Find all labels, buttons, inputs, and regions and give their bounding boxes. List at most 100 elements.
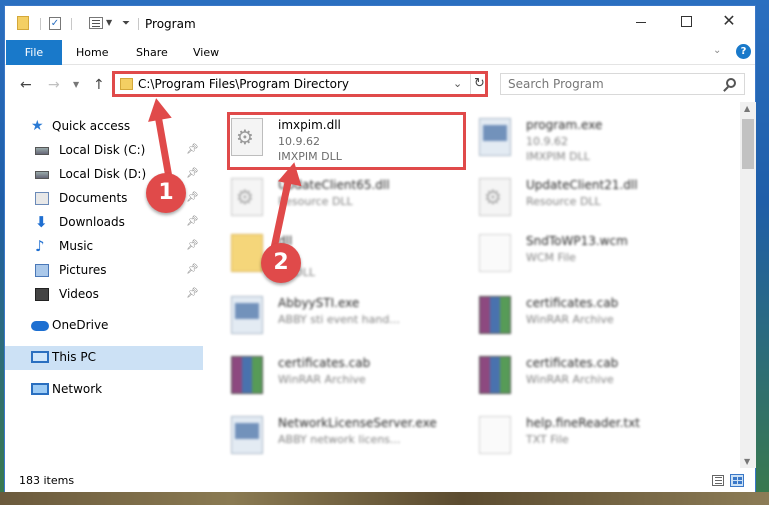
scroll-down-icon[interactable]: ▼: [744, 457, 750, 466]
winrar-icon: [479, 296, 511, 334]
downloads-icon: ⬇: [35, 213, 48, 231]
tab-file[interactable]: File: [6, 40, 62, 65]
callout-badge-1: 1: [146, 173, 186, 213]
list-view-icon[interactable]: [89, 17, 103, 29]
file-type: Resource DLL: [278, 195, 353, 208]
search-placeholder: Search Program: [508, 77, 604, 91]
file-version: 10.9.62: [278, 135, 320, 148]
sidebar-item-music[interactable]: ♪ Music 📌︎: [5, 235, 203, 259]
exe-icon: [479, 118, 511, 156]
file-name: UpdateClient21.dll: [526, 178, 638, 192]
sidebar-item-network[interactable]: Network: [5, 378, 203, 402]
recent-locations-chevron-icon[interactable]: ▼: [73, 80, 79, 89]
documents-icon: [35, 192, 49, 205]
details-view-icon[interactable]: [712, 475, 724, 486]
file-name: program.exe: [526, 118, 603, 132]
up-arrow-icon[interactable]: ↑: [93, 77, 105, 93]
address-bar[interactable]: C:\Program Files\Program Directory ⌄ ↻: [113, 73, 487, 95]
file-item[interactable]: certificates.cab WinRAR Archive: [219, 348, 459, 404]
dll-icon: [231, 118, 263, 156]
disk-icon: [35, 171, 49, 179]
pin-icon[interactable]: 📌︎: [186, 264, 199, 275]
file-item[interactable]: UpdateClient65.dll Resource DLL: [219, 170, 459, 226]
search-icon[interactable]: [726, 78, 736, 88]
vertical-scrollbar[interactable]: ▲ ▼: [740, 102, 756, 468]
customize-quick-access-icon[interactable]: ⏷: [122, 18, 130, 29]
sidebar-item-local-disk-c[interactable]: Local Disk (C:) 📌︎: [5, 139, 203, 163]
tab-view[interactable]: View: [193, 46, 219, 59]
file-list: imxpim.dll 10.9.62 IMXPIM DLL program.ex…: [219, 102, 741, 468]
sidebar-item-downloads[interactable]: ⬇ Downloads 📌︎: [5, 211, 203, 235]
refresh-icon[interactable]: ↻: [470, 74, 488, 94]
this-pc-icon: [31, 351, 49, 363]
file-type: WinRAR Archive: [526, 313, 614, 326]
file-type: WCM File: [526, 251, 576, 264]
scroll-up-icon[interactable]: ▲: [744, 104, 750, 113]
file-name: NetworkLicenseServer.exe: [278, 416, 437, 430]
tab-share[interactable]: Share: [136, 46, 168, 59]
disk-icon: [35, 147, 49, 155]
sidebar-item-videos[interactable]: Videos 📌︎: [5, 283, 203, 307]
pin-icon[interactable]: 📌︎: [186, 216, 199, 227]
file-type: WinRAR Archive: [278, 373, 366, 386]
navigation-bar: ← → ▼ ↑ C:\Program Files\Program Directo…: [5, 66, 755, 102]
file-name: certificates.cab: [526, 356, 619, 370]
callout-arrowhead-1: [144, 96, 172, 122]
sidebar-item-this-pc[interactable]: This PC: [5, 346, 203, 370]
pictures-icon: [35, 264, 49, 277]
help-icon[interactable]: ?: [736, 44, 751, 59]
pin-icon[interactable]: 📌︎: [186, 288, 199, 299]
back-arrow-icon[interactable]: ←: [20, 77, 32, 93]
address-chevron-down-icon[interactable]: ⌄: [453, 77, 462, 90]
file-item[interactable]: imxpim.dll 10.9.62 IMXPIM DLL: [219, 110, 459, 166]
close-button[interactable]: ✕: [722, 13, 736, 29]
folder-icon: [17, 16, 29, 30]
minimize-button[interactable]: [634, 14, 648, 28]
folder-icon: [231, 234, 263, 272]
file-name: certificates.cab: [526, 296, 619, 310]
file-item[interactable]: AbbyySTI.exe ABBY sti event hand...: [219, 288, 459, 344]
chevron-down-icon[interactable]: ▼: [106, 18, 112, 27]
properties-check-icon[interactable]: ✓: [49, 17, 61, 30]
desktop-background: [0, 492, 769, 505]
maximize-button[interactable]: [679, 14, 693, 28]
file-item[interactable]: program.exe 10.9.62 IMXPIM DLL: [467, 110, 707, 166]
file-type: WinRAR Archive: [526, 373, 614, 386]
document-icon: [479, 234, 511, 272]
pin-icon[interactable]: 📌︎: [186, 192, 199, 203]
tiles-view-icon[interactable]: [730, 474, 744, 487]
tab-home[interactable]: Home: [76, 46, 108, 59]
file-name: SndToWP13.wcm: [526, 234, 628, 248]
file-version: 10.9.62: [526, 135, 568, 148]
sidebar-item-label: Network: [52, 382, 103, 396]
file-type: ABBY sti event hand...: [278, 313, 400, 326]
sidebar-item-label: Videos: [59, 287, 99, 301]
file-item[interactable]: NetworkLicenseServer.exe ABBY network li…: [219, 408, 459, 464]
address-path[interactable]: C:\Program Files\Program Directory: [138, 77, 349, 91]
pin-icon[interactable]: 📌︎: [186, 144, 199, 155]
file-item[interactable]: UpdateClient21.dll Resource DLL: [467, 170, 707, 226]
file-description: IMXPIM DLL: [526, 150, 590, 163]
exe-icon: [231, 416, 263, 454]
folder-icon: [120, 78, 133, 90]
file-item[interactable]: certificates.cab WinRAR Archive: [467, 348, 707, 404]
scrollbar-thumb[interactable]: [742, 119, 754, 169]
file-item[interactable]: help.fineReader.txt TXT File: [467, 408, 707, 464]
text-file-icon: [479, 416, 511, 454]
file-item[interactable]: SndToWP13.wcm WCM File: [467, 226, 707, 282]
file-type: ABBY network licens...: [278, 433, 401, 446]
forward-arrow-icon[interactable]: →: [48, 77, 60, 93]
network-icon: [31, 383, 49, 395]
file-item[interactable]: certificates.cab WinRAR Archive: [467, 288, 707, 344]
sidebar-item-label: Documents: [59, 191, 128, 205]
sidebar-item-label: Local Disk (D:): [59, 167, 147, 181]
pin-icon[interactable]: 📌︎: [186, 168, 199, 179]
pin-icon[interactable]: 📌︎: [186, 240, 199, 251]
expand-ribbon-icon[interactable]: ⌄: [713, 45, 721, 56]
sidebar-item-quick-access[interactable]: ★ Quick access: [5, 115, 203, 139]
sidebar-item-pictures[interactable]: Pictures 📌︎: [5, 259, 203, 283]
sidebar-item-label: Downloads: [59, 215, 125, 229]
sidebar-item-onedrive[interactable]: OneDrive: [5, 314, 203, 338]
search-input[interactable]: Search Program: [500, 73, 745, 95]
file-item[interactable]: dll 62 IM DLL: [219, 226, 459, 282]
